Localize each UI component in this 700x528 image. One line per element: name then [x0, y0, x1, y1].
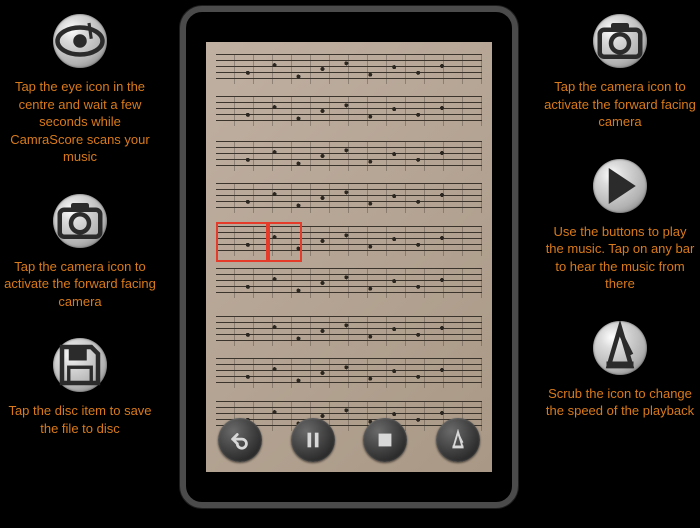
feature-scan: Tap the eye icon in the centre and wait …: [0, 14, 160, 166]
playback-controls: [214, 414, 484, 466]
feature-save: Tap the disc item to save the file to di…: [0, 338, 160, 437]
camera-icon: [593, 14, 647, 68]
save-icon: [53, 338, 107, 392]
feature-metronome-text: Scrub the icon to change the speed of th…: [540, 385, 700, 420]
play-icon: [593, 159, 647, 213]
metronome-button[interactable]: [436, 418, 480, 462]
feature-camera-right-text: Tap the camera icon to activate the forw…: [540, 78, 700, 131]
eye-note-icon: [53, 14, 107, 68]
camera-icon: [53, 194, 107, 248]
feature-play-text: Use the buttons to play the music. Tap o…: [540, 223, 700, 293]
back-button[interactable]: [218, 418, 262, 462]
pause-button[interactable]: [291, 418, 335, 462]
feature-camera-left-text: Tap the camera icon to activate the forw…: [0, 258, 160, 311]
bar-highlight[interactable]: [268, 222, 302, 262]
feature-save-text: Tap the disc item to save the file to di…: [0, 402, 160, 437]
left-feature-column: Tap the eye icon in the centre and wait …: [0, 0, 160, 528]
feature-metronome: Scrub the icon to change the speed of th…: [540, 321, 700, 420]
feature-play: Use the buttons to play the music. Tap o…: [540, 159, 700, 293]
bar-highlight[interactable]: [216, 222, 268, 262]
stop-button[interactable]: [363, 418, 407, 462]
sheet-music[interactable]: [206, 42, 492, 472]
tablet-screen[interactable]: [206, 42, 492, 472]
tablet-device: [180, 6, 518, 508]
feature-camera-right: Tap the camera icon to activate the forw…: [540, 14, 700, 131]
feature-scan-text: Tap the eye icon in the centre and wait …: [0, 78, 160, 166]
right-feature-column: Tap the camera icon to activate the forw…: [540, 0, 700, 528]
feature-camera-left: Tap the camera icon to activate the forw…: [0, 194, 160, 311]
metronome-icon: [593, 321, 647, 375]
